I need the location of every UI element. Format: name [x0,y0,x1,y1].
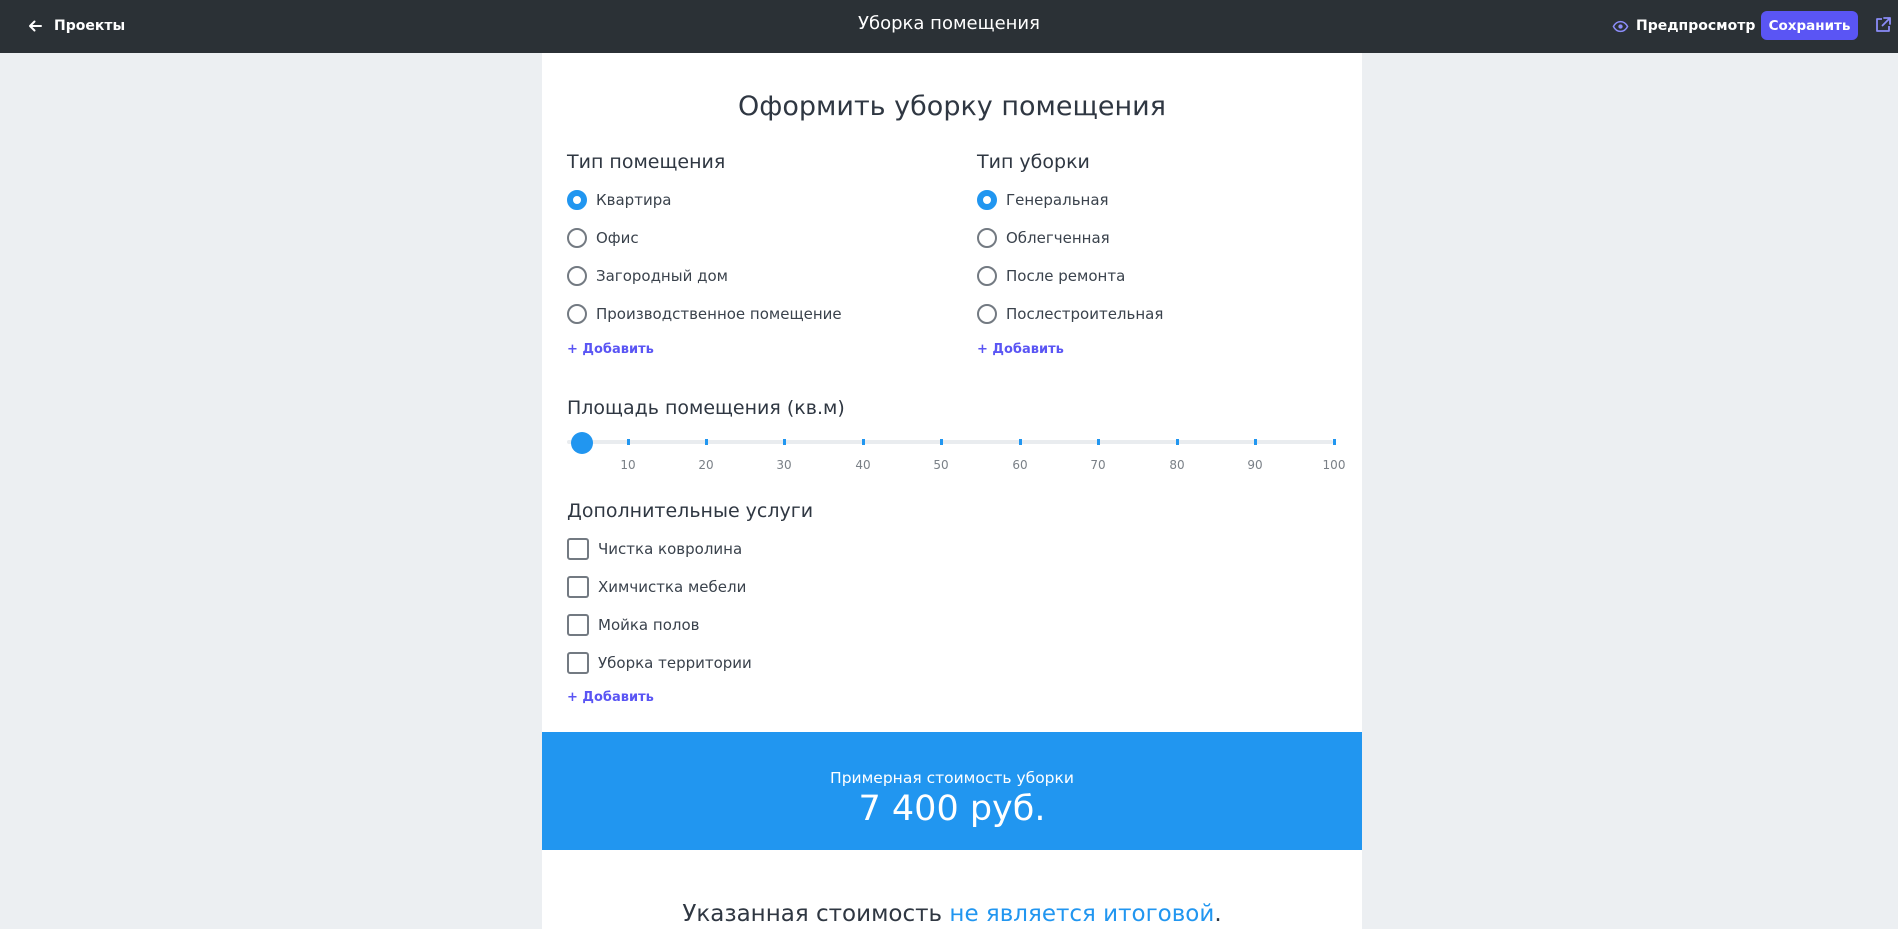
extras-title: Дополнительные услуги [567,500,814,522]
option-label: Генеральная [1006,191,1109,209]
option-label: Чистка ковролина [598,540,743,558]
cleaning-type-option[interactable]: После ремонта [977,266,1125,286]
room-type-title: Тип помещения [567,151,726,173]
form-heading: Оформить уборку помещения [738,91,1166,122]
slider-tick [1176,439,1179,445]
slider-handle[interactable] [571,432,593,454]
extra-service-option[interactable]: Уборка территории [567,652,752,674]
option-label: Офис [596,229,639,247]
slider-tick [862,439,865,445]
room-type-option[interactable]: Загородный дом [567,266,728,286]
option-label: Квартира [596,191,672,209]
slider-tick [1097,439,1100,445]
option-label: Послестроительная [1006,305,1164,323]
option-label: Производственное помещение [596,305,842,323]
slider-tick [783,439,786,445]
room-type-option[interactable]: Офис [567,228,639,248]
radio-icon[interactable] [567,304,587,324]
option-label: Загородный дом [596,267,728,285]
slider-tick-label: 20 [698,458,714,472]
option-label: Химчистка мебели [598,578,747,596]
price-banner: Примерная стоимость уборки 7 400 руб. [542,732,1362,850]
preview-button[interactable]: Предпросмотр [1612,14,1755,38]
price-note: Указанная стоимость не является итоговой… [542,901,1362,927]
slider-tick-label: 70 [1090,458,1106,472]
preview-label: Предпросмотр [1636,18,1756,34]
note-text: Указанная стоимость [682,901,950,927]
price-value: 7 400 руб. [858,789,1046,829]
cleaning-type-option[interactable]: Послестроительная [977,304,1163,324]
radio-icon[interactable] [567,266,587,286]
radio-selected-icon[interactable] [567,190,587,210]
note-highlight: не является итоговой [949,901,1215,927]
slider-tick [1019,439,1022,445]
save-button[interactable]: Сохранить [1761,11,1858,40]
top-bar: Проекты Уборка помещения Предпросмотр Со… [0,0,1898,53]
slider-tick-label: 50 [933,458,949,472]
option-label: После ремонта [1006,267,1126,285]
slider-tick-label: 80 [1169,458,1185,472]
slider-tick-label: 40 [855,458,871,472]
slider-tick-label: 100 [1322,458,1346,472]
cleaning-type-title: Тип уборки [977,151,1090,173]
slider-tick [1254,439,1257,445]
price-label: Примерная стоимость уборки [830,769,1074,787]
checkbox-icon[interactable] [567,652,589,674]
slider-tick-label: 30 [776,458,792,472]
option-label: Мойка полов [598,616,700,634]
checkbox-icon[interactable] [567,614,589,636]
radio-icon[interactable] [977,228,997,248]
checkbox-icon[interactable] [567,538,589,560]
slider-tick [705,439,708,445]
checkbox-icon[interactable] [567,576,589,598]
external-link-icon[interactable] [1874,16,1892,34]
slider-tick-label: 10 [620,458,636,472]
option-label: Облегченная [1006,229,1110,247]
slider-tick-label: 90 [1247,458,1263,472]
cleaning-type-option[interactable]: Генеральная [977,190,1109,210]
room-type-option[interactable]: Квартира [567,190,671,210]
room-type-option[interactable]: Производственное помещение [567,304,842,324]
slider-tick-label: 60 [1012,458,1028,472]
radio-icon[interactable] [977,304,997,324]
calculator-card: Оформить уборку помещения Тип помещения … [542,53,1362,929]
note-end: . [1214,901,1222,927]
slider-track[interactable] [567,440,1333,444]
radio-icon[interactable] [977,266,997,286]
area-slider[interactable]: 10 20 30 40 50 60 70 80 90 100 [567,432,1345,472]
add-extra-service-button[interactable]: + Добавить [567,690,654,705]
radio-icon[interactable] [567,228,587,248]
slider-tick [627,439,630,445]
extra-service-option[interactable]: Мойка полов [567,614,699,636]
add-room-type-button[interactable]: + Добавить [567,342,654,357]
area-title: Площадь помещения (кв.м) [567,397,845,419]
slider-tick [1333,439,1336,445]
eye-icon [1612,20,1629,32]
add-cleaning-type-button[interactable]: + Добавить [977,342,1064,357]
radio-selected-icon[interactable] [977,190,997,210]
extra-service-option[interactable]: Чистка ковролина [567,538,742,560]
extra-service-option[interactable]: Химчистка мебели [567,576,746,598]
slider-tick [940,439,943,445]
option-label: Уборка территории [598,654,752,672]
cleaning-type-option[interactable]: Облегченная [977,228,1110,248]
